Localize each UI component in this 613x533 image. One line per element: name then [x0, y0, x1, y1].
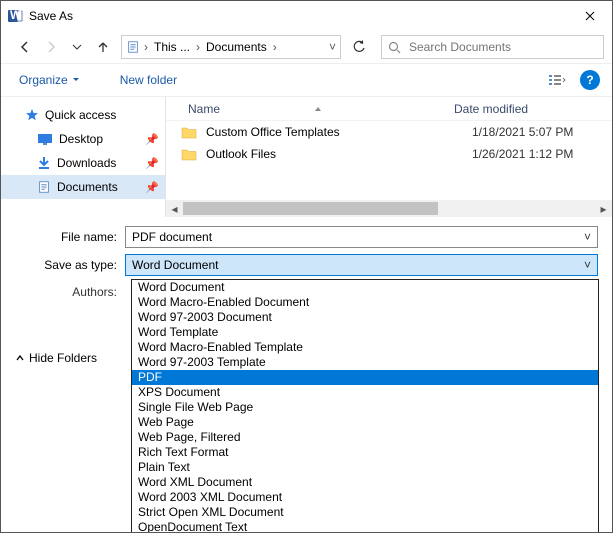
- type-option[interactable]: Web Page, Filtered: [132, 430, 598, 445]
- column-header-name[interactable]: Name: [166, 102, 446, 116]
- type-option[interactable]: Rich Text Format: [132, 445, 598, 460]
- dialog-title: Save As: [29, 9, 73, 23]
- type-option[interactable]: Word XML Document: [132, 475, 598, 490]
- save-as-dialog: W Save As › This ... › Documents › ˅: [0, 0, 613, 533]
- chevron-right-icon[interactable]: ›: [269, 40, 281, 54]
- nav-quick-access[interactable]: Quick access: [1, 103, 165, 127]
- type-option[interactable]: Word Template: [132, 325, 598, 340]
- type-option[interactable]: Word Macro-Enabled Template: [132, 340, 598, 355]
- toolbar: Organize New folder ?: [1, 63, 612, 97]
- item-name: Outlook Files: [206, 147, 464, 161]
- scroll-right-button[interactable]: ▸: [595, 200, 612, 217]
- save-as-type-options-list: Word DocumentWord Macro-Enabled Document…: [131, 279, 599, 533]
- scroll-left-button[interactable]: ◂: [166, 200, 183, 217]
- up-button[interactable]: [91, 35, 115, 59]
- nav-downloads[interactable]: Downloads 📌: [1, 151, 165, 175]
- type-option[interactable]: Web Page: [132, 415, 598, 430]
- pin-icon: 📌: [145, 133, 159, 146]
- address-bar[interactable]: › This ... › Documents › ˅: [121, 35, 341, 59]
- column-headers: Name Date modified: [166, 97, 612, 121]
- pin-icon: 📌: [145, 181, 159, 194]
- nav-label: Quick access: [45, 108, 116, 122]
- search-box[interactable]: [381, 35, 604, 59]
- refresh-button[interactable]: [347, 35, 371, 59]
- nav-desktop[interactable]: Desktop 📌: [1, 127, 165, 151]
- folder-icon: [180, 146, 198, 162]
- type-option[interactable]: Word 2003 XML Document: [132, 490, 598, 505]
- view-options-button[interactable]: [540, 69, 574, 91]
- type-option[interactable]: Word 97-2003 Document: [132, 310, 598, 325]
- item-date: 1/18/2021 5:07 PM: [464, 125, 612, 139]
- nav-label: Downloads: [57, 156, 116, 170]
- close-button[interactable]: [567, 1, 612, 31]
- nav-label: Documents: [57, 180, 118, 194]
- scroll-thumb[interactable]: [183, 202, 438, 215]
- nav-documents[interactable]: Documents 📌: [1, 175, 165, 199]
- type-option[interactable]: XPS Document: [132, 385, 598, 400]
- chevron-down-icon[interactable]: ˅: [584, 258, 591, 272]
- navigation-bar: › This ... › Documents › ˅: [1, 31, 612, 63]
- recent-locations-button[interactable]: [65, 35, 89, 59]
- item-date: 1/26/2021 1:12 PM: [464, 147, 612, 161]
- chevron-right-icon[interactable]: ›: [140, 40, 152, 54]
- pin-icon: 📌: [145, 157, 159, 170]
- list-pane: Name Date modified Custom Office Templat…: [166, 97, 612, 217]
- list-item[interactable]: Outlook Files 1/26/2021 1:12 PM: [166, 143, 612, 165]
- sort-asc-icon: [314, 106, 322, 112]
- search-input[interactable]: [407, 39, 597, 55]
- help-button[interactable]: ?: [580, 70, 600, 90]
- filename-value: PDF document: [132, 230, 212, 244]
- breadcrumb-segment[interactable]: This ...: [152, 40, 192, 54]
- hide-folders-label: Hide Folders: [29, 351, 97, 365]
- type-option[interactable]: Word Document: [132, 280, 598, 295]
- navigation-pane: Quick access Desktop 📌 Downloads 📌 Docum…: [1, 97, 165, 217]
- nav-label: Desktop: [59, 132, 103, 146]
- forward-button[interactable]: [39, 35, 63, 59]
- chevron-down-icon[interactable]: ˅: [584, 230, 591, 244]
- filename-field[interactable]: PDF document ˅: [125, 226, 598, 248]
- organize-label: Organize: [19, 73, 68, 87]
- title-bar: W Save As: [1, 1, 612, 31]
- star-icon: [25, 108, 39, 122]
- chevron-up-icon: [15, 353, 25, 363]
- type-option[interactable]: Strict Open XML Document: [132, 505, 598, 520]
- save-as-type-dropdown[interactable]: Word Document ˅: [125, 254, 598, 276]
- item-name: Custom Office Templates: [206, 125, 464, 139]
- new-folder-button[interactable]: New folder: [114, 69, 183, 91]
- type-option[interactable]: Word 97-2003 Template: [132, 355, 598, 370]
- chevron-down-icon[interactable]: ˅: [329, 40, 336, 54]
- horizontal-scrollbar[interactable]: ◂ ▸: [166, 200, 612, 217]
- new-folder-label: New folder: [120, 73, 177, 87]
- type-option[interactable]: Single File Web Page: [132, 400, 598, 415]
- folder-icon: [180, 124, 198, 140]
- back-button[interactable]: [13, 35, 37, 59]
- desktop-icon: [37, 133, 53, 145]
- chevron-down-icon: [72, 76, 80, 84]
- authors-label: Authors:: [1, 281, 125, 311]
- type-option[interactable]: Word Macro-Enabled Document: [132, 295, 598, 310]
- column-header-date[interactable]: Date modified: [446, 102, 612, 116]
- svg-text:W: W: [10, 8, 22, 22]
- save-as-type-value: Word Document: [132, 258, 218, 272]
- search-icon: [388, 41, 401, 54]
- document-icon: [126, 40, 140, 54]
- list-item[interactable]: Custom Office Templates 1/18/2021 5:07 P…: [166, 121, 612, 143]
- content-area: Quick access Desktop 📌 Downloads 📌 Docum…: [1, 97, 612, 217]
- organize-menu[interactable]: Organize: [13, 69, 86, 91]
- chevron-right-icon[interactable]: ›: [192, 40, 204, 54]
- type-option[interactable]: PDF: [132, 370, 598, 385]
- type-option[interactable]: Plain Text: [132, 460, 598, 475]
- download-icon: [37, 156, 51, 170]
- type-option[interactable]: OpenDocument Text: [132, 520, 598, 533]
- save-as-type-label: Save as type:: [1, 258, 125, 272]
- word-app-icon: W: [7, 8, 23, 24]
- filename-label: File name:: [1, 230, 125, 244]
- breadcrumb-segment[interactable]: Documents: [204, 40, 269, 54]
- hide-folders-button[interactable]: Hide Folders: [15, 351, 97, 365]
- document-icon: [37, 180, 51, 194]
